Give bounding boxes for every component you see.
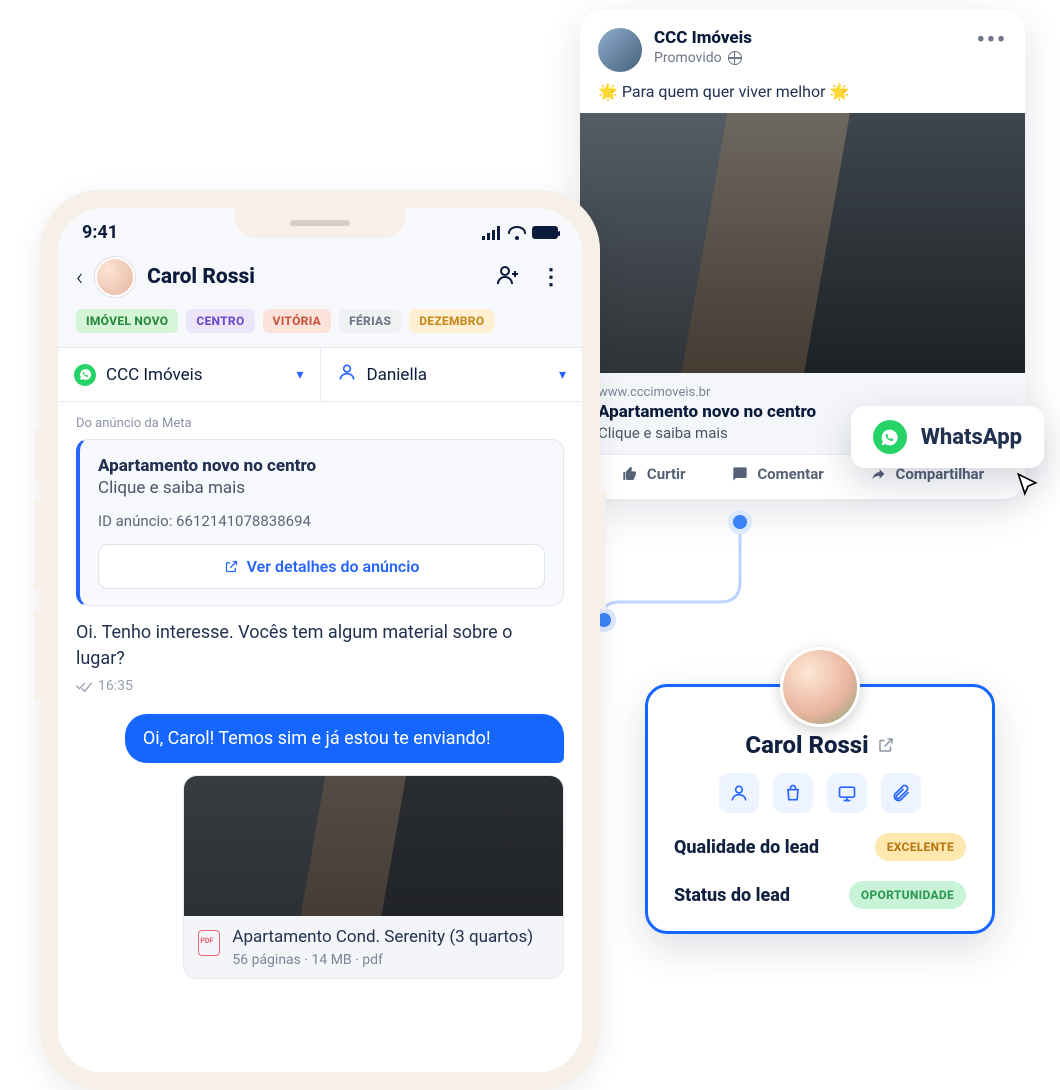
lead-quality-label: Qualidade do lead [674, 837, 819, 858]
tag[interactable]: FÉRIAS [339, 309, 401, 333]
post-caption: 🌟 Para quem quer viver melhor 🌟 [598, 82, 1007, 101]
whatsapp-icon [873, 420, 907, 454]
wifi-icon [508, 226, 526, 240]
pdf-icon [198, 930, 220, 956]
lead-card: Carol Rossi Qualidade do lead EXCELENTE … [645, 684, 995, 934]
connector-line [590, 516, 770, 636]
double-check-icon [76, 680, 92, 692]
post-domain: www.cccimoveis.br [598, 385, 1007, 400]
agent-name: Daniella [367, 365, 427, 385]
whatsapp-chip-label: WhatsApp [921, 425, 1022, 450]
external-link-icon[interactable] [877, 736, 895, 754]
status-time: 9:41 [82, 222, 118, 243]
chevron-down-icon: ▾ [559, 367, 566, 383]
lead-tab-attachment[interactable] [881, 773, 921, 813]
lead-name[interactable]: Carol Rossi [745, 731, 868, 759]
channel-selector[interactable]: CCC Imóveis ▾ [58, 348, 320, 401]
attachment-card[interactable]: Apartamento Cond. Serenity (3 quartos) 5… [183, 775, 564, 979]
attachment-title: Apartamento Cond. Serenity (3 quartos) [232, 926, 533, 948]
whatsapp-icon [74, 364, 96, 386]
ad-source-label: Do anúncio da Meta [76, 416, 564, 431]
like-button[interactable]: Curtir [621, 465, 686, 483]
ad-title: Apartamento novo no centro [98, 456, 545, 476]
tag[interactable]: VITÓRIA [263, 309, 332, 333]
signal-icon [482, 226, 502, 240]
agent-selector[interactable]: Daniella ▾ [320, 348, 583, 401]
channel-name: CCC Imóveis [106, 365, 203, 385]
tag[interactable]: DEZEMBRO [409, 309, 494, 333]
contact-avatar[interactable] [95, 257, 135, 297]
incoming-message: Oi. Tenho interesse. Vocês tem algum mat… [76, 620, 564, 672]
ad-details-button[interactable]: Ver detalhes do anúncio [98, 544, 545, 589]
lead-quality-badge: EXCELENTE [875, 833, 966, 861]
ad-id: ID anúncio: 6612141078838694 [98, 512, 545, 530]
like-label: Curtir [647, 465, 686, 483]
lead-tab-bag[interactable] [773, 773, 813, 813]
tag[interactable]: CENTRO [186, 309, 254, 333]
lead-tab-profile[interactable] [719, 773, 759, 813]
comment-label: Comentar [757, 465, 823, 483]
attachment-meta: 56 páginas · 14 MB · pdf [232, 952, 533, 968]
lead-avatar[interactable] [780, 647, 860, 727]
ad-subtitle: Clique e saiba mais [98, 478, 545, 498]
chat-body[interactable]: Do anúncio da Meta Apartamento novo no c… [58, 402, 582, 1072]
post-avatar [598, 28, 642, 72]
post-image[interactable] [580, 113, 1025, 373]
person-icon [337, 362, 357, 387]
attachment-thumbnail [184, 776, 563, 916]
lead-tab-display[interactable] [827, 773, 867, 813]
post-promoted-label: Promovido [654, 50, 722, 66]
tag[interactable]: IMÓVEL NOVO [76, 309, 178, 333]
phone-notch [235, 208, 405, 238]
whatsapp-cta-chip[interactable]: WhatsApp [851, 406, 1044, 468]
message-time: 16:35 [98, 678, 133, 694]
add-person-button[interactable] [492, 259, 524, 295]
lead-status-badge: OPORTUNIDADE [849, 881, 966, 909]
contact-name[interactable]: Carol Rossi [147, 265, 480, 289]
lead-status-label: Status do lead [674, 885, 790, 906]
globe-icon [728, 51, 742, 65]
comment-button[interactable]: Comentar [731, 465, 823, 483]
chevron-down-icon: ▾ [296, 367, 303, 383]
chat-header: ‹ Carol Rossi ⋮ IMÓVEL NOVO CENTRO VITÓRIA… [58, 251, 582, 347]
back-button[interactable]: ‹ [76, 263, 83, 291]
outgoing-message: Oi, Carol! Temos sim e já estou te envia… [125, 714, 564, 763]
post-page-name[interactable]: CCC Imóveis [654, 28, 965, 48]
tag-list: IMÓVEL NOVO CENTRO VITÓRIA FÉRIAS DEZEMBRO [76, 309, 564, 333]
kebab-menu-icon[interactable]: ⋮ [536, 261, 564, 294]
ad-button-label: Ver detalhes do anúncio [247, 557, 420, 576]
post-menu-icon[interactable]: ••• [977, 28, 1007, 53]
cursor-icon [1014, 472, 1040, 502]
ad-context-card: Apartamento novo no centro Clique e saib… [76, 439, 564, 606]
phone-frame: 9:41 ‹ Carol Rossi ⋮ IMÓVEL NOVO CENTRO VI… [40, 190, 600, 1090]
message-timestamp: 16:35 [76, 678, 564, 694]
external-link-icon [224, 559, 239, 574]
battery-icon [532, 226, 558, 239]
